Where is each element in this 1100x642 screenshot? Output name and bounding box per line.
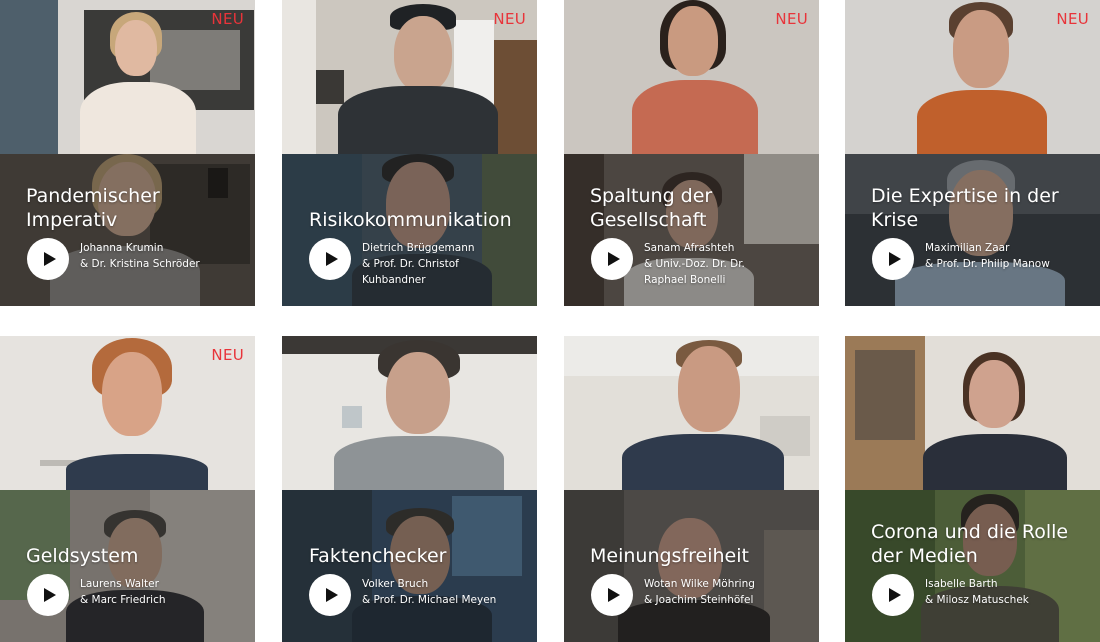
speaker-name: & Prof. Dr. Philip Manow [925, 258, 1050, 270]
speaker-name: Maximilian Zaar [925, 242, 1010, 254]
speaker-names: Isabelle Barth & Milosz Matuschek [925, 576, 1097, 608]
speaker-name: & Prof. Dr. Christof [362, 258, 459, 270]
host-video-frame: NEU [0, 0, 255, 154]
host-video-frame [282, 336, 537, 490]
video-card-meinungsfreiheit[interactable]: Meinungsfreiheit Wotan Wilke Möhring & J… [564, 336, 819, 642]
speaker-name: & Milosz Matuschek [925, 594, 1029, 606]
play-icon[interactable] [309, 574, 351, 616]
play-icon[interactable] [27, 574, 69, 616]
speaker-name: Laurens Walter [80, 578, 159, 590]
speaker-names: Volker Bruch & Prof. Dr. Michael Meyen [362, 576, 534, 608]
card-title: Corona und die Rolle der Medien [871, 521, 1069, 567]
play-icon[interactable] [872, 238, 914, 280]
speaker-names: Laurens Walter & Marc Friedrich [80, 576, 252, 608]
speaker-name: Isabelle Barth [925, 578, 998, 590]
card-title: Risikokommunikation [309, 209, 512, 231]
video-card-faktenchecker[interactable]: Faktenchecker Volker Bruch & Prof. Dr. M… [282, 336, 537, 642]
play-icon[interactable] [591, 574, 633, 616]
speaker-name: Kuhbandner [362, 274, 426, 286]
new-badge: NEU [493, 10, 526, 28]
speaker-name: Johanna Krumin [80, 242, 164, 254]
video-card-pandemischer-imperativ[interactable]: NEU Pandemischer Imperativ Johanna Krumi… [0, 0, 255, 306]
play-icon[interactable] [27, 238, 69, 280]
play-icon[interactable] [309, 238, 351, 280]
host-video-frame [564, 336, 819, 490]
card-title: Spaltung der Gesellschaft [590, 185, 713, 231]
speaker-names: Maximilian Zaar & Prof. Dr. Philip Manow [925, 240, 1097, 272]
play-icon[interactable] [872, 574, 914, 616]
video-card-corona-und-die-rolle-der-medien[interactable]: Corona und die Rolle der Medien Isabelle… [845, 336, 1100, 642]
host-video-frame: NEU [564, 0, 819, 154]
host-video-frame: NEU [282, 0, 537, 154]
speaker-name: & Prof. Dr. Michael Meyen [362, 594, 497, 606]
speaker-name: & Univ.-Doz. Dr. Dr. [644, 258, 745, 270]
speaker-name: & Joachim Steinhöfel [644, 594, 754, 606]
play-icon[interactable] [591, 238, 633, 280]
host-video-frame: NEU [845, 0, 1100, 154]
new-badge: NEU [211, 346, 244, 364]
host-video-frame: NEU [0, 336, 255, 490]
card-title: Geldsystem [26, 545, 139, 567]
speaker-names: Dietrich Brüggemann & Prof. Dr. Christof… [362, 240, 534, 288]
speaker-names: Johanna Krumin & Dr. Kristina Schröder [80, 240, 252, 272]
video-card-expertise-in-der-krise[interactable]: NEU Die Expertise in der Krise Maximilia… [845, 0, 1100, 306]
card-title: Meinungsfreiheit [590, 545, 749, 567]
speaker-name: Wotan Wilke Möhring [644, 578, 755, 590]
speaker-name: & Marc Friedrich [80, 594, 166, 606]
speaker-name: Volker Bruch [362, 578, 429, 590]
card-title: Faktenchecker [309, 545, 447, 567]
video-card-spaltung-der-gesellschaft[interactable]: NEU Spaltung der Gesellschaft Sanam Afra… [564, 0, 819, 306]
video-card-risikokommunikation[interactable]: NEU Risikokommunikation Dietrich Brüggem… [282, 0, 537, 306]
speaker-names: Wotan Wilke Möhring & Joachim Steinhöfel [644, 576, 816, 608]
speaker-name: Dietrich Brüggemann [362, 242, 475, 254]
new-badge: NEU [1056, 10, 1089, 28]
speaker-name: & Dr. Kristina Schröder [80, 258, 200, 270]
video-card-geldsystem[interactable]: NEU Geldsystem Laurens Walter & Marc Fri… [0, 336, 255, 642]
speaker-names: Sanam Afrashteh & Univ.-Doz. Dr. Dr. Rap… [644, 240, 816, 288]
new-badge: NEU [211, 10, 244, 28]
card-title: Pandemischer Imperativ [26, 185, 160, 231]
card-title: Die Expertise in der Krise [871, 185, 1059, 231]
speaker-name: Sanam Afrashteh [644, 242, 735, 254]
speaker-name: Raphael Bonelli [644, 274, 726, 286]
video-grid: NEU Pandemischer Imperativ Johanna Krumi… [0, 0, 1100, 642]
host-video-frame [845, 336, 1100, 490]
new-badge: NEU [775, 10, 808, 28]
